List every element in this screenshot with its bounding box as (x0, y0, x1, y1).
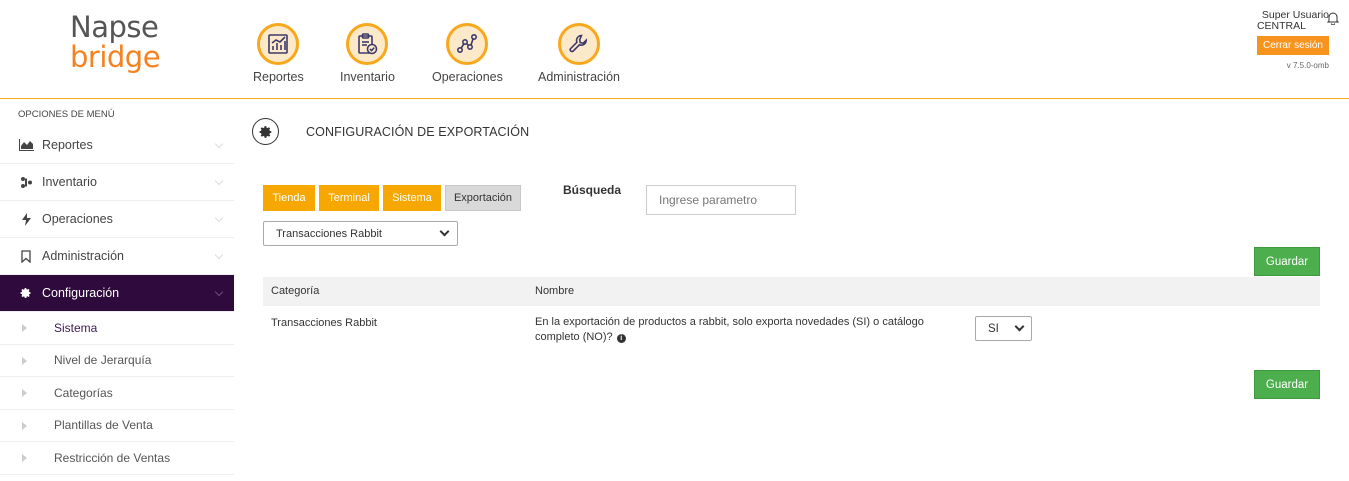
sidebar-subitem-label: Sistema (54, 320, 98, 335)
value-select-value: SI (988, 322, 999, 335)
sidebar-item-configuracion[interactable]: Configuración (0, 275, 234, 312)
sidebar-subitem-plantillas-venta[interactable]: Plantillas de Venta (0, 410, 234, 442)
chevron-down-icon (439, 226, 450, 237)
sidebar-item-label: Reportes (42, 138, 93, 152)
sidebar-subitem-label: Plantillas de Venta (54, 418, 153, 433)
nav-operaciones[interactable]: Operaciones (432, 23, 503, 84)
sidebar-title: OPCIONES DE MENÚ (18, 109, 115, 120)
info-icon[interactable]: i (616, 334, 626, 343)
column-header-nombre: Nombre (535, 285, 575, 297)
sidebar-subitem-categorias[interactable]: Categorías (0, 377, 234, 410)
gear-icon (18, 287, 34, 299)
value-select[interactable]: SI (975, 316, 1032, 341)
sidebar-item-label: Administración (42, 249, 124, 263)
sidebar-subitem-sistema[interactable]: Sistema (0, 312, 234, 345)
nav-operaciones-label: Operaciones (432, 70, 503, 84)
bookmark-icon (18, 249, 34, 263)
sitemap-icon (18, 176, 34, 189)
save-button-bottom[interactable]: Guardar (1254, 370, 1320, 399)
sidebar-item-reportes[interactable]: Reportes (0, 127, 234, 164)
tab-sistema[interactable]: Sistema (383, 185, 441, 211)
caret-right-icon (22, 421, 27, 430)
version-label: v 7.5.0-omb (1286, 61, 1329, 70)
caret-right-icon (22, 389, 27, 397)
column-header-categoria: Categoría (271, 285, 320, 297)
sidebar-item-administracion[interactable]: Administración (0, 238, 234, 275)
logout-button[interactable]: Cerrar sesión (1256, 36, 1329, 55)
tab-tienda[interactable]: Tienda (263, 185, 315, 211)
chevron-down-icon (214, 139, 224, 149)
sidebar-subitem-nivel-jerarquia[interactable]: Nivel de Jerarquía (0, 345, 234, 377)
sidebar-item-label: Inventario (42, 175, 97, 189)
sidebar-subitem-label: Categorías (54, 385, 113, 400)
search-input[interactable] (646, 185, 796, 215)
row-name-text: En la exportación de productos a rabbit,… (535, 316, 924, 343)
chevron-down-icon (1014, 321, 1025, 332)
sidebar-item-inventario[interactable]: Inventario (0, 164, 234, 201)
search-label: Búsqueda (563, 183, 622, 197)
chart-icon (257, 23, 300, 65)
app-header: Napse bridge Reportes Inventario Operaci… (0, 0, 1349, 99)
table-header: Categoría Nombre (263, 277, 1320, 306)
sidebar: OPCIONES DE MENÚ Reportes Inventario Ope… (0, 100, 234, 481)
logo-line-2: bridge (70, 40, 161, 74)
page-title: CONFIGURACIÓN DE EXPORTACIÓN (306, 124, 530, 139)
category-select[interactable]: Transacciones Rabbit (263, 221, 458, 246)
row-name: En la exportación de productos a rabbit,… (535, 315, 955, 345)
chevron-down-icon (214, 176, 224, 186)
sidebar-subitem-restriccion-ventas[interactable]: Restricción de Ventas (0, 442, 234, 475)
sidebar-item-operaciones[interactable]: Operaciones (0, 201, 234, 238)
nav-reportes[interactable]: Reportes (253, 23, 304, 84)
sidebar-subitem-label: Nivel de Jerarquía (54, 353, 152, 368)
chevron-down-icon (214, 213, 224, 223)
nav-inventario-label: Inventario (340, 70, 395, 84)
bell-icon[interactable] (1327, 11, 1339, 25)
wrench-icon (557, 23, 600, 65)
area-chart-icon (18, 139, 34, 151)
sidebar-subitem-label: Restricción de Ventas (54, 450, 171, 465)
nav-administracion[interactable]: Administración (538, 23, 620, 84)
nodes-icon (446, 23, 489, 65)
user-store: CENTRAL (1256, 20, 1306, 32)
nav-reportes-label: Reportes (253, 70, 304, 84)
save-button-top[interactable]: Guardar (1254, 247, 1320, 276)
user-panel: Super Usuario CENTRAL Cerrar sesión v 7.… (1256, 10, 1339, 70)
category-select-value: Transacciones Rabbit (276, 227, 382, 240)
chevron-down-icon (214, 287, 224, 297)
gear-icon (252, 118, 279, 145)
sidebar-item-label: Configuración (42, 286, 120, 300)
nav-inventario[interactable]: Inventario (340, 23, 395, 84)
caret-right-icon (22, 356, 27, 365)
tab-terminal[interactable]: Terminal (319, 185, 379, 211)
tab-exportacion[interactable]: Exportación (445, 185, 521, 211)
logo-line-1: Napse (70, 10, 159, 44)
row-category: Transacciones Rabbit (271, 317, 377, 329)
bolt-icon (18, 212, 34, 226)
nav-administracion-label: Administración (538, 70, 620, 84)
sidebar-item-label: Operaciones (42, 212, 113, 226)
clipboard-check-icon (346, 23, 389, 65)
chevron-down-icon (214, 250, 224, 260)
caret-right-icon (22, 454, 27, 462)
page-header: CONFIGURACIÓN DE EXPORTACIÓN (252, 118, 529, 145)
caret-right-icon (22, 324, 27, 332)
napse-bridge-logo[interactable]: Napse bridge (70, 10, 161, 74)
